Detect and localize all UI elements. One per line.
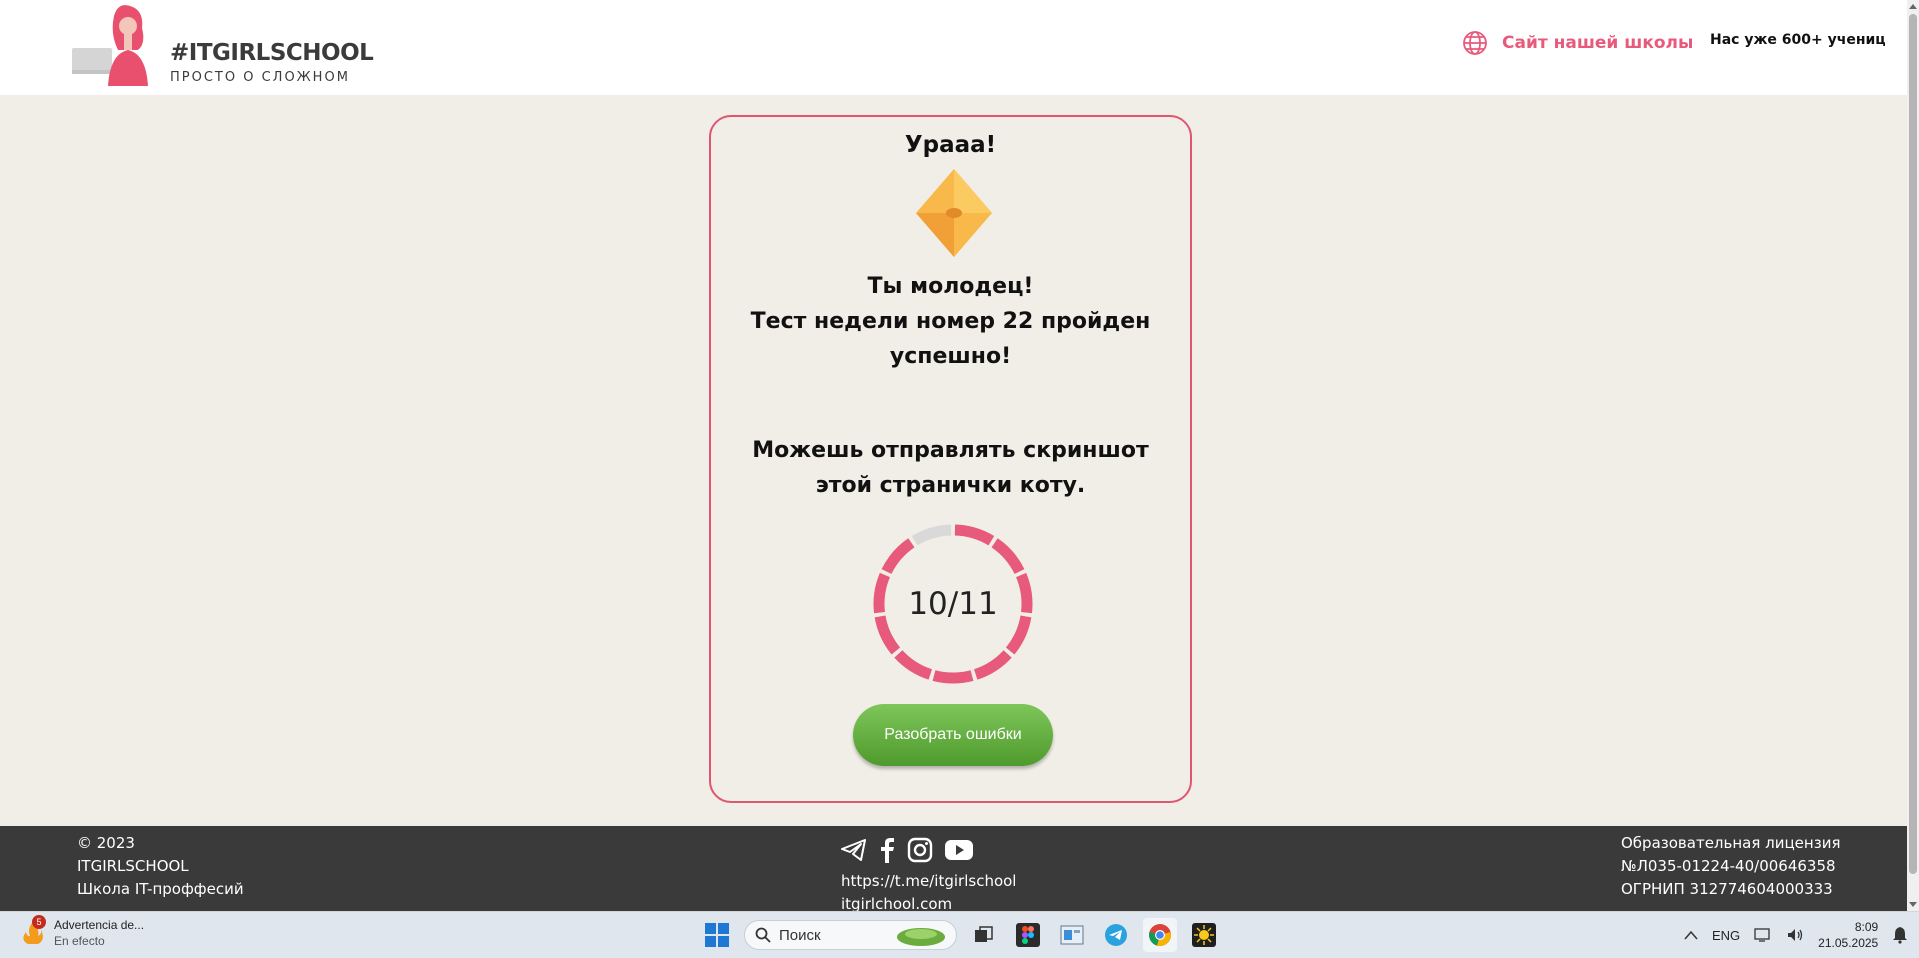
taskbar-clock[interactable]: 8:09 21.05.2025: [1818, 919, 1878, 951]
task-view-button[interactable]: [967, 918, 1001, 952]
school-site-label: Сайт нашей школы: [1502, 33, 1694, 53]
windows-logo-icon: [705, 923, 729, 947]
site-footer: © 2023 ITGIRLSCHOOL Школа IT-проффесий h…: [0, 826, 1907, 911]
window-app-icon: [1060, 925, 1084, 945]
sun-app-button[interactable]: [1187, 918, 1221, 952]
language-indicator[interactable]: ENG: [1712, 928, 1740, 943]
footer-left: © 2023 ITGIRLSCHOOL Школа IT-проффесий: [77, 832, 244, 901]
telegram-link[interactable]: https://t.me/itgirlschool: [841, 870, 1016, 893]
diamond-icon: [916, 169, 992, 257]
license-label: Образовательная лицензия: [1621, 834, 1841, 852]
license-number: №Л035-01224-40/00646358: [1621, 857, 1836, 875]
windows-taskbar: 5 Advertencia de... En efecto Поиск ENG …: [0, 911, 1919, 958]
footer-links: https://t.me/itgirlschool itgirlchool.co…: [841, 870, 1016, 911]
notification-subtitle: En efecto: [54, 934, 105, 948]
congrats-line-2: Тест недели номер 22 пройден успешно!: [750, 309, 1151, 369]
footer-brand: ITGIRLSCHOOL: [77, 857, 189, 875]
telegram-app-button[interactable]: [1099, 918, 1133, 952]
notification-title: Advertencia de...: [54, 918, 145, 932]
figma-icon: [1016, 923, 1040, 947]
volume-icon[interactable]: [1786, 927, 1804, 943]
telegram-icon[interactable]: [841, 838, 867, 862]
brand-title: #ITGIRLSCHOOL: [170, 40, 374, 66]
facebook-icon[interactable]: [879, 837, 895, 863]
ogrnip-number: ОГРНИП 312774604000333: [1621, 880, 1833, 898]
review-mistakes-button[interactable]: Разобрать ошибки: [853, 704, 1053, 766]
figma-app-button[interactable]: [1011, 918, 1045, 952]
youtube-icon[interactable]: [945, 839, 973, 861]
logo-illustration: [72, 5, 148, 86]
page-scrollbar[interactable]: [1907, 0, 1919, 911]
taskbar-search[interactable]: Поиск: [744, 920, 957, 950]
notifications-bell-icon[interactable]: [1892, 926, 1908, 944]
start-button[interactable]: [700, 918, 734, 952]
footer-copyright: © 2023: [77, 834, 135, 852]
screenshot-hint: Можешь отправлять скриншот этой страничк…: [752, 438, 1149, 498]
result-title: Урааа!: [904, 132, 997, 158]
chrome-app-button[interactable]: [1143, 918, 1177, 952]
taskbar-apps: Поиск: [700, 918, 1221, 952]
notification-badge: 5: [32, 915, 46, 929]
footer-right: Образовательная лицензия №Л035-01224-40/…: [1621, 832, 1840, 901]
scroll-down-arrow[interactable]: [1909, 902, 1917, 907]
search-highlight-image: [897, 928, 945, 946]
telegram-app-icon: [1105, 924, 1127, 946]
site-header: #ITGIRLSCHOOL ПРОСТО О СЛОЖНОМ Сайт наше…: [0, 0, 1907, 95]
students-count: Нас уже 600+ учениц: [1710, 32, 1886, 48]
search-icon: [755, 927, 771, 943]
task-view-icon: [975, 926, 993, 942]
footer-tagline: Школа IT-проффесий: [77, 880, 244, 898]
result-card: Урааа! Ты молодец! Тест недели номер 22 …: [709, 115, 1192, 803]
clock-time: 8:09: [1854, 920, 1879, 934]
notification-widget[interactable]: 5 Advertencia de... En efecto: [20, 915, 145, 949]
search-placeholder: Поиск: [779, 926, 821, 944]
school-site-link[interactable]: Сайт нашей школы: [1462, 30, 1693, 56]
system-tray: ENG 8:09 21.05.2025: [1684, 912, 1908, 958]
chevron-up-icon[interactable]: [1684, 930, 1698, 940]
website-link[interactable]: itgirlchool.com: [841, 893, 1016, 911]
congrats-line-1: Ты молодец!: [867, 274, 1034, 299]
network-icon[interactable]: [1754, 927, 1772, 943]
chrome-icon: [1149, 924, 1171, 946]
scroll-up-arrow[interactable]: [1909, 4, 1917, 9]
clock-date: 21.05.2025: [1818, 936, 1879, 950]
social-icons: [841, 836, 1016, 864]
scrollbar-thumb[interactable]: [1909, 14, 1917, 874]
score-value: 10/11: [908, 586, 998, 622]
sun-app-icon: [1192, 923, 1216, 947]
globe-icon: [1463, 31, 1487, 55]
brand-subtitle: ПРОСТО О СЛОЖНОМ: [170, 70, 350, 85]
footer-middle: https://t.me/itgirlschool itgirlchool.co…: [841, 836, 1016, 911]
instagram-icon[interactable]: [907, 837, 933, 863]
congrats-text: Ты молодец! Тест недели номер 22 пройден…: [731, 269, 1170, 374]
explorer-app-button[interactable]: [1055, 918, 1089, 952]
